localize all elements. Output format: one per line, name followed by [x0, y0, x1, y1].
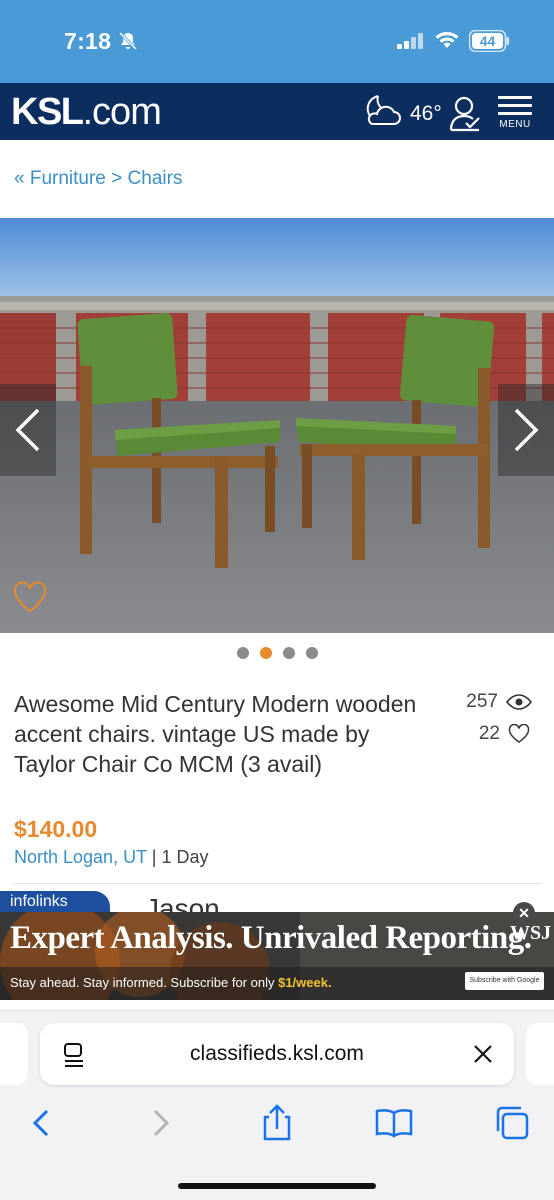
status-time: 7:18	[64, 28, 112, 54]
battery-icon: 44	[469, 30, 509, 52]
cellular-signal-icon	[397, 33, 423, 49]
carousel-dot[interactable]	[237, 647, 249, 659]
close-icon[interactable]	[472, 1043, 494, 1065]
view-count-value: 257	[466, 691, 498, 712]
tabs-icon[interactable]	[492, 1103, 532, 1143]
home-indicator	[178, 1183, 376, 1189]
bookmarks-icon[interactable]	[374, 1103, 414, 1143]
ad-network-label[interactable]: infolinks	[0, 891, 110, 913]
temperature[interactable]: 46°	[410, 102, 442, 126]
listing-title: Awesome Mid Century Modern wooden accent…	[14, 691, 417, 777]
separator: |	[151, 847, 157, 867]
listing-location: North Logan, UT | 1 Day	[14, 847, 209, 868]
bell-slash-icon	[118, 31, 138, 51]
logo-main: KSL	[11, 91, 84, 133]
ad-price: $1/week.	[278, 975, 332, 990]
browser-toolbar: classifieds.ksl.com	[0, 1010, 554, 1200]
wifi-icon	[435, 32, 459, 48]
next-photo-button[interactable]	[498, 384, 554, 476]
share-icon[interactable]	[257, 1103, 297, 1143]
favorite-heart-icon[interactable]	[12, 580, 48, 614]
ad-close-button[interactable]: ✕	[513, 902, 535, 924]
carousel-indicator	[237, 647, 318, 659]
previous-photo-button[interactable]	[0, 384, 56, 476]
carousel-dot[interactable]	[283, 647, 295, 659]
view-count: 257	[466, 691, 532, 713]
favorite-count-value: 22	[478, 723, 500, 744]
next-tab-peek[interactable]	[526, 1023, 554, 1085]
ad-brand: WSJ	[510, 922, 552, 944]
ad-subline: Stay ahead. Stay informed. Subscribe for…	[10, 975, 332, 990]
favorite-count: 22	[479, 723, 530, 745]
heart-icon	[508, 724, 530, 743]
ad-subline-text: Stay ahead. Stay informed. Subscribe for…	[10, 975, 279, 990]
url-text: classifieds.ksl.com	[190, 1042, 364, 1065]
address-bar[interactable]: classifieds.ksl.com	[40, 1023, 514, 1085]
posted-time: 1 Day	[161, 847, 209, 867]
photo-carousel[interactable]	[0, 218, 554, 633]
status-bar: 7:18 44	[0, 0, 554, 83]
battery-level: 44	[472, 33, 503, 49]
ksl-logo[interactable]: KSL.com	[11, 91, 162, 134]
forward-icon[interactable]	[140, 1103, 180, 1143]
breadcrumb[interactable]: « Furniture > Chairs	[14, 168, 182, 190]
hamburger-icon	[496, 96, 534, 115]
divider	[14, 883, 540, 884]
carousel-dot-active[interactable]	[260, 647, 272, 659]
ad-subscribe-button[interactable]: Subscribe with Google	[465, 972, 544, 990]
site-header: KSL.com 46° MENU	[0, 83, 554, 140]
listing-price: $140.00	[14, 816, 98, 842]
carousel-dot[interactable]	[306, 647, 318, 659]
listing-photo	[0, 218, 554, 633]
location-link[interactable]: North Logan, UT	[14, 847, 147, 867]
seller-name[interactable]: Jason	[145, 893, 220, 913]
moon-cloud-icon[interactable]	[364, 92, 406, 128]
ad-headline: Expert Analysis. Unrivaled Reporting.	[10, 920, 532, 956]
user-account-icon[interactable]	[449, 96, 483, 132]
menu-button[interactable]: MENU	[496, 96, 534, 134]
ad-banner[interactable]: Expert Analysis. Unrivaled Reporting. WS…	[0, 912, 554, 1000]
chevron-right-icon	[514, 408, 539, 452]
chevron-left-icon	[15, 408, 40, 452]
back-icon[interactable]	[22, 1103, 62, 1143]
eye-icon	[506, 694, 532, 710]
logo-suffix: .com	[82, 91, 162, 133]
menu-label: MENU	[499, 119, 531, 130]
previous-tab-peek[interactable]	[0, 1023, 28, 1085]
